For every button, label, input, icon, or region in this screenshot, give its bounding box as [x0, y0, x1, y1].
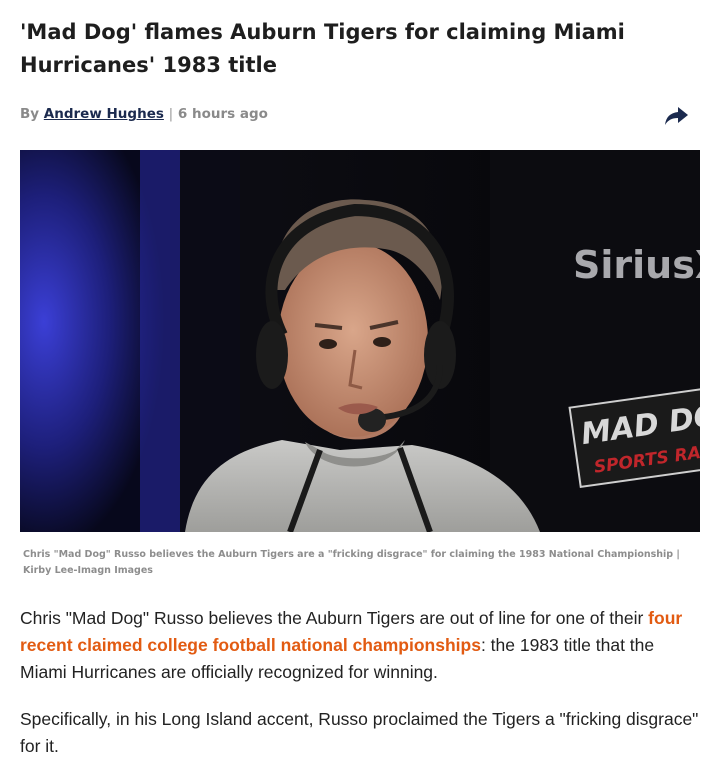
article-photo: SiriusX MAD DOG SPORTS RADIO — [20, 150, 700, 532]
paragraph-1-text-before: Chris "Mad Dog" Russo believes the Aubur… — [20, 608, 649, 628]
byline-prefix: By — [20, 106, 40, 122]
article-title: 'Mad Dog' flames Auburn Tigers for claim… — [20, 20, 625, 77]
photo-backdrop-logo: SiriusX — [573, 243, 700, 287]
article-paragraph-1: Chris "Mad Dog" Russo believes the Aubur… — [20, 605, 700, 686]
publish-time: 6 hours ago — [177, 106, 268, 122]
byline: By Andrew Hughes | 6 hours ago — [20, 106, 268, 122]
byline-separator: | — [168, 106, 174, 122]
photo-caption: Chris "Mad Dog" Russo believes the Aubur… — [23, 549, 680, 576]
share-arrow-icon[interactable] — [663, 104, 689, 128]
author-link[interactable]: Andrew Hughes — [44, 106, 164, 122]
